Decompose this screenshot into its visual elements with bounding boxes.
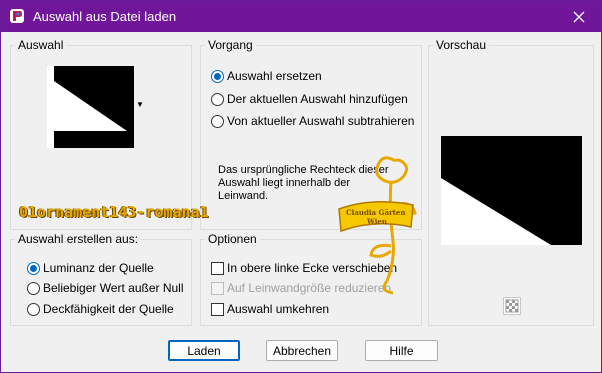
vorschau-group-title: Vorschau — [433, 37, 490, 53]
help-button[interactable]: Hilfe — [365, 340, 438, 361]
radio-label: Beliebiger Wert außer Null — [43, 281, 184, 295]
radio-label: Luminanz der Quelle — [43, 261, 154, 275]
radio-button[interactable] — [211, 92, 224, 106]
radio-label: Der aktuellen Auswahl hinzufügen — [227, 92, 408, 106]
cancel-button[interactable]: Abbrechen — [266, 340, 338, 361]
checkbox-label: Auswahl umkehren — [227, 302, 330, 316]
close-button[interactable] — [557, 1, 601, 32]
radio-luminanz[interactable]: Luminanz der Quelle — [27, 261, 154, 275]
checkbox[interactable] — [211, 302, 224, 316]
radio-label: Von aktueller Auswahl subtrahieren — [227, 114, 415, 128]
vorgang-group-title: Vorgang — [205, 37, 256, 53]
preview-image — [441, 136, 582, 245]
chevron-down-icon[interactable]: ▼ — [136, 100, 144, 109]
erstellen-group-title: Auswahl erstellen aus: — [15, 231, 142, 247]
radio-auswahl-subtrahieren[interactable]: Von aktueller Auswahl subtrahieren — [211, 114, 414, 128]
preview-shape — [441, 136, 582, 245]
watermark-ornament-icon: Claudia Gärten Wien — [338, 156, 417, 295]
paintshop-app-icon — [10, 9, 24, 23]
radio-button[interactable] — [27, 261, 40, 275]
title-bar[interactable]: Auswahl aus Datei laden — [1, 1, 601, 32]
radio-auswahl-hinzufuegen[interactable]: Der aktuellen Auswahl hinzufügen — [211, 92, 408, 106]
radio-button[interactable] — [27, 281, 40, 295]
window-title: Auswahl aus Datei laden — [33, 9, 177, 24]
transparency-checker-icon[interactable] — [503, 297, 521, 315]
selection-shape — [47, 66, 134, 148]
optionen-group-title: Optionen — [205, 231, 260, 247]
vorschau-group: Vorschau — [428, 37, 594, 326]
checkbox-auswahl-umkehren[interactable]: Auswahl umkehren — [211, 302, 329, 316]
auswahl-group-title: Auswahl — [15, 37, 67, 53]
close-icon — [573, 11, 585, 22]
selected-file-name: 01ornament143-romana1 — [19, 203, 209, 221]
dialog-window: Auswahl aus Datei laden Auswahl ▼ Vorgan… — [0, 0, 602, 373]
radio-deckfaehigkeit[interactable]: Deckfähigkeit der Quelle — [27, 302, 174, 316]
radio-button[interactable] — [211, 114, 224, 128]
erstellen-group: Auswahl erstellen aus: Luminanz der Quel… — [10, 231, 192, 326]
selection-file-thumbnail[interactable] — [47, 66, 134, 148]
checkbox — [211, 281, 224, 295]
radio-beliebiger-wert[interactable]: Beliebiger Wert außer Null — [27, 281, 184, 295]
radio-button[interactable] — [211, 69, 224, 83]
radio-label: Auswahl ersetzen — [227, 69, 322, 83]
load-button[interactable]: Laden — [168, 340, 240, 361]
radio-auswahl-ersetzen[interactable]: Auswahl ersetzen — [211, 69, 322, 83]
radio-button[interactable] — [27, 302, 40, 316]
radio-label: Deckfähigkeit der Quelle — [43, 302, 174, 316]
checkbox[interactable] — [211, 261, 224, 275]
